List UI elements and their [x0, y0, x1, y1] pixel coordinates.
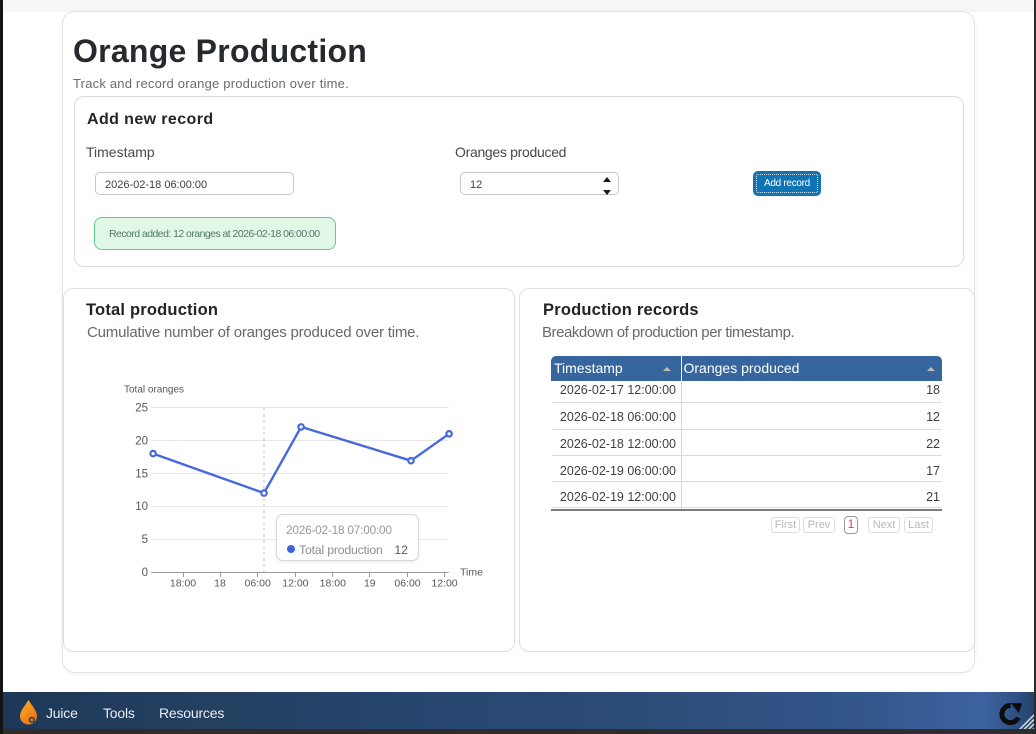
svg-text:20: 20 [135, 436, 148, 448]
svg-text:18:00: 18:00 [320, 578, 346, 590]
svg-text:12:00: 12:00 [431, 578, 457, 590]
svg-text:18: 18 [214, 578, 226, 590]
svg-text:0: 0 [142, 567, 148, 579]
svg-text:Time: Time [460, 567, 483, 579]
svg-text:15: 15 [135, 469, 148, 481]
svg-text:Total oranges: Total oranges [124, 385, 184, 396]
svg-text:12:00: 12:00 [282, 578, 308, 590]
svg-text:5: 5 [142, 534, 148, 546]
svg-text:19: 19 [364, 578, 376, 590]
svg-text:25: 25 [135, 403, 148, 415]
svg-text:06:00: 06:00 [394, 578, 420, 590]
svg-text:10: 10 [135, 501, 148, 513]
svg-text:18:00: 18:00 [170, 578, 196, 590]
svg-text:06:00: 06:00 [245, 578, 271, 590]
